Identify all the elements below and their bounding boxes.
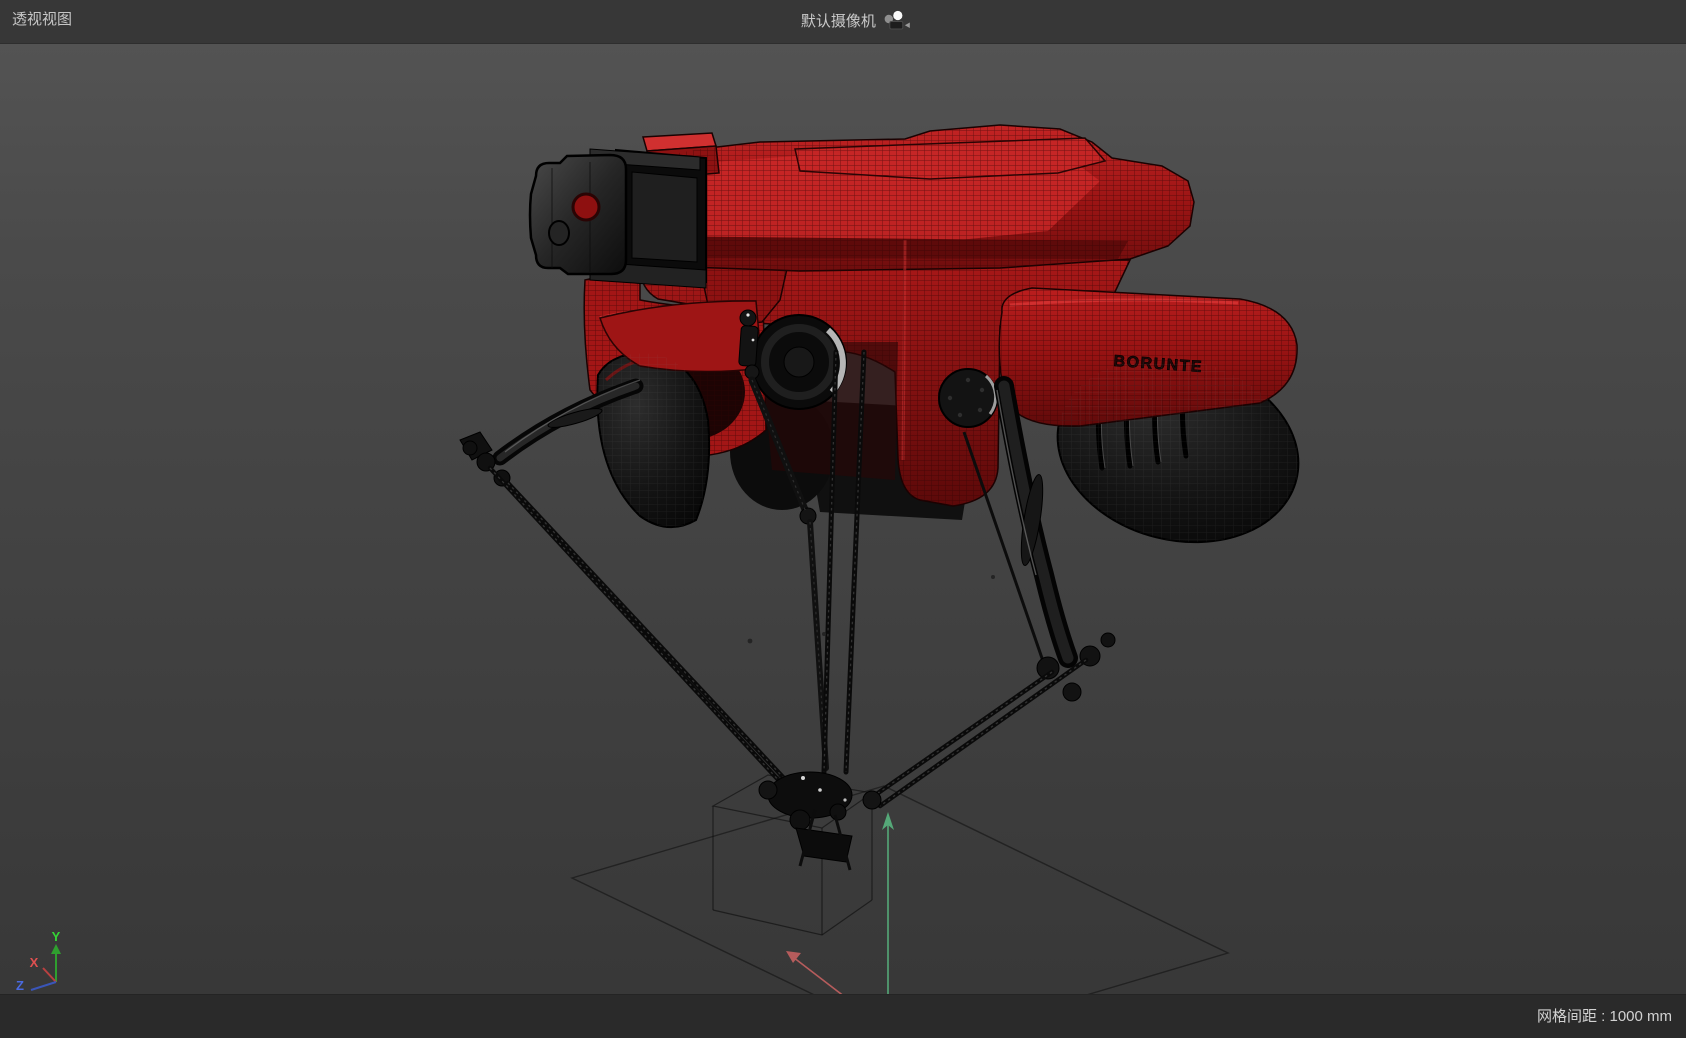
gizmo-x-label: X <box>30 955 39 970</box>
camera-icon[interactable] <box>882 9 912 33</box>
camera-label[interactable]: 默认摄像机 <box>801 10 876 31</box>
viewport-3d-canvas[interactable]: BORUNTE <box>0 0 1686 1038</box>
model-specks <box>747 575 995 644</box>
center-bearing <box>751 314 847 410</box>
camera-selector[interactable]: 默认摄像机 <box>801 7 912 33</box>
axis-gizmo: Y X Z <box>16 929 61 993</box>
view-menu-label[interactable]: 透视视图 <box>12 8 72 29</box>
status-bar: 网格间距 : 1000 mm <box>0 994 1686 1038</box>
grid-spacing-label: 网格间距 : 1000 mm <box>1536 1008 1672 1025</box>
mount-bracket <box>528 148 707 289</box>
gizmo-y-label: Y <box>52 929 61 944</box>
end-effector <box>758 771 882 871</box>
right-joint-disc <box>938 368 998 428</box>
gizmo-z-label: Z <box>16 978 24 993</box>
3d-app-window: 透视视图 默认摄像机 Y X Z 网格间距: 1000 mm <box>0 0 1686 1038</box>
viewport-top-bar: 透视视图 默认摄像机 <box>0 0 1686 44</box>
delta-robot-model[interactable]: BORUNTE <box>459 110 1320 871</box>
viewport-3d[interactable]: BORUNTE <box>0 44 1686 1038</box>
